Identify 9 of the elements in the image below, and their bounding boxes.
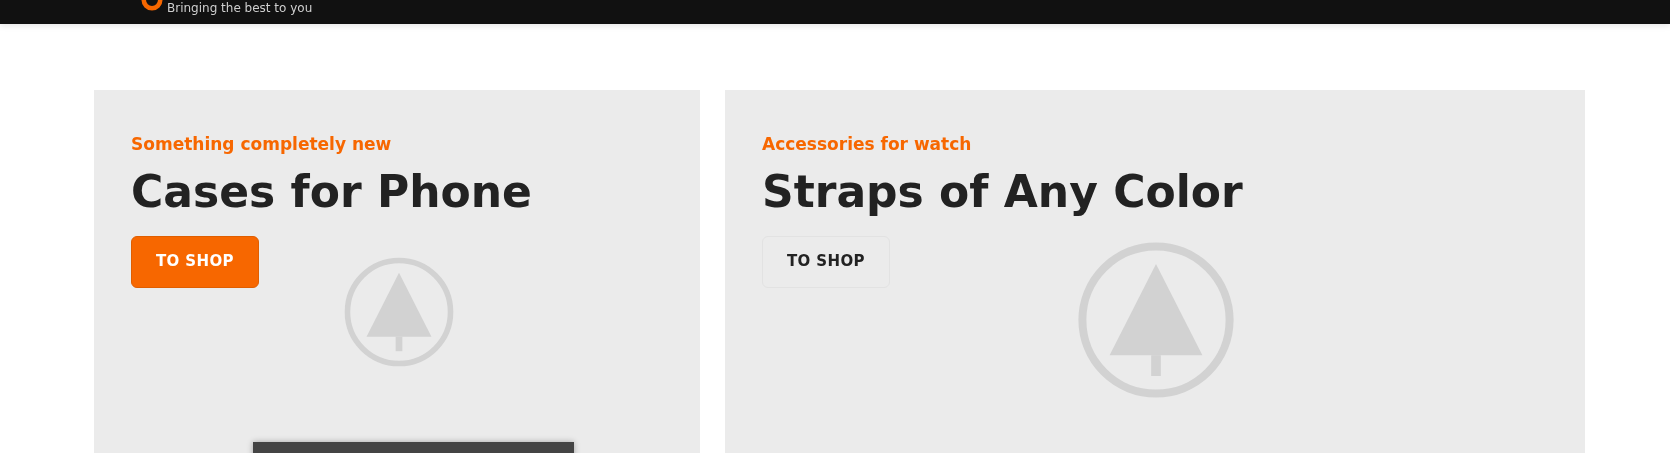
banner-eyebrow: Accessories for watch [762,133,973,156]
image-placeholder-icon [1076,240,1236,400]
banner-title: Cases for Phone [131,164,533,219]
image-placeholder-icon [343,256,455,368]
logo-icon [141,0,163,11]
banner-eyebrow: Something completely new [131,133,393,156]
banner-title: Straps of Any Color [762,164,1244,219]
tagline: Bringing the best to you [167,1,313,15]
shop-button[interactable]: TO SHOP [762,235,890,288]
